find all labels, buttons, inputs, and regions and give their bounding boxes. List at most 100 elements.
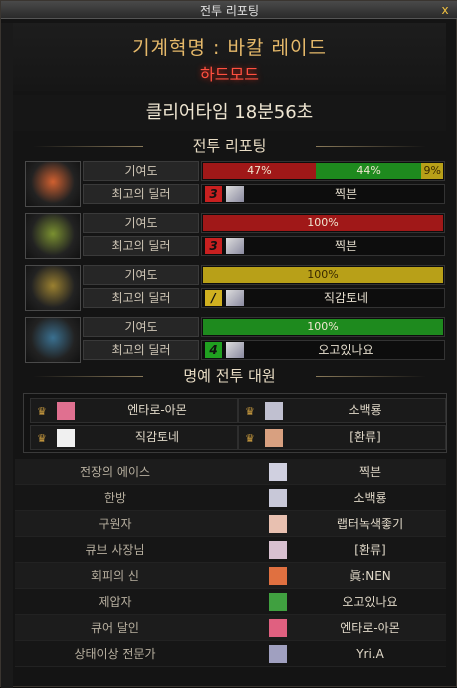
crown-icon: ♛ <box>245 432 255 445</box>
award-row: 전장의 에이스 찍븐 <box>15 459 446 485</box>
award-title: 한방 <box>103 491 127 505</box>
rank-badge: / <box>205 290 222 306</box>
top-dealer-name: 오고있나요 <box>318 343 374 357</box>
contribution-segment: 100% <box>203 215 443 231</box>
top-dealer-label: 최고의 딜러 <box>83 236 199 256</box>
close-icon[interactable]: x <box>438 3 452 17</box>
award-player: 찍븐 <box>358 465 382 479</box>
top-dealer-row: 최고의 딜러 4 오고있나요 <box>83 340 445 360</box>
crown-icon: ♛ <box>37 405 47 418</box>
award-title: 회피의 신 <box>91 569 139 583</box>
avatar <box>226 342 244 358</box>
award-title: 제압자 <box>98 595 132 609</box>
top-dealer-row: 최고의 딜러 3 찍븐 <box>83 184 445 204</box>
award-player: 랩터녹색좋기 <box>336 517 404 531</box>
party-row: 기여도 100% 최고의 딜러 3 찍븐 <box>23 213 447 259</box>
avatar <box>269 645 287 663</box>
award-player: 오고있나요 <box>342 595 398 609</box>
award-list: 전장의 에이스 찍븐한방 소백룡구원자 랩터녹색좋기큐브 사장님 [환류] 회피의 신 眞:… <box>15 459 446 667</box>
avatar <box>226 186 244 202</box>
battle-report-window: 전투 리포팅 x 기계혁명 : 바칼 레이드 하드모드 클리어타임 18분56초… <box>0 0 457 688</box>
award-title: 상태이상 전문가 <box>74 647 156 661</box>
award-player: 엔타로-아몬 <box>340 621 400 635</box>
crown-icon: ♛ <box>245 405 255 418</box>
contribution-row: 기여도 47% 44% 9% <box>83 161 445 181</box>
rank-badge: 3 <box>205 186 222 202</box>
top-dealer-name: 찍븐 <box>334 187 358 201</box>
gold-helmet-icon <box>25 265 81 311</box>
avatar <box>57 402 75 420</box>
honor-member-name: 직감토네 <box>134 430 180 444</box>
avatar <box>265 429 283 447</box>
party-row: 기여도 47% 44% 9% 최고의 딜러 3 찍븐 <box>23 161 447 207</box>
top-dealer-row: 최고의 딜러 / 직감토네 <box>83 288 445 308</box>
honor-member[interactable]: ♛ [환류] <box>238 425 446 450</box>
award-row: 큐브 사장님 [환류] <box>15 537 446 563</box>
avatar <box>269 489 287 507</box>
contribution-segment: 100% <box>203 319 443 335</box>
top-dealer-name: 찍븐 <box>334 239 358 253</box>
contribution-label: 기여도 <box>83 213 199 233</box>
section-title-report: 전투 리포팅 <box>13 135 446 157</box>
crown-icon: ♛ <box>37 432 47 445</box>
award-player: 眞:NEN <box>349 569 391 583</box>
honor-member[interactable]: ♛ 소백룡 <box>238 398 446 423</box>
avatar <box>57 429 75 447</box>
red-helmet-icon <box>25 161 81 207</box>
contribution-segment: 44% <box>315 163 422 179</box>
avatar <box>226 290 244 306</box>
top-dealer-value: / 직감토네 <box>201 288 445 308</box>
award-player: 소백룡 <box>353 491 387 505</box>
avatar <box>269 515 287 533</box>
top-dealer-value: 3 찍븐 <box>201 184 445 204</box>
contribution-label: 기여도 <box>83 317 199 337</box>
honor-member[interactable]: ♛ 엔타로-아몬 <box>30 398 238 423</box>
honor-members: ♛ 엔타로-아몬 ♛ 소백룡 ♛ 직감토네 ♛ [환류] <box>23 393 447 453</box>
left-border <box>1 23 13 688</box>
avatar <box>226 238 244 254</box>
section-title-honor: 명예 전투 대원 <box>13 365 446 387</box>
award-row: 큐어 달인 엔타로-아몬 <box>15 615 446 641</box>
top-dealer-row: 최고의 딜러 3 찍븐 <box>83 236 445 256</box>
award-title: 큐브 사장님 <box>85 543 145 557</box>
contribution-bar: 100% <box>201 265 445 285</box>
avatar <box>269 541 287 559</box>
title-bar[interactable]: 전투 리포팅 x <box>1 1 457 19</box>
award-title: 큐어 달인 <box>91 621 139 635</box>
avatar <box>269 619 287 637</box>
avatar <box>269 593 287 611</box>
party-row: 기여도 100% 최고의 딜러 4 오고있나요 <box>23 317 447 363</box>
rank-badge: 4 <box>205 342 222 358</box>
award-player: [환류] <box>354 543 386 557</box>
contribution-bar: 100% <box>201 317 445 337</box>
contribution-label: 기여도 <box>83 161 199 181</box>
avatar <box>269 463 287 481</box>
avatar <box>265 402 283 420</box>
blue-helmet-icon <box>25 317 81 363</box>
award-title: 전장의 에이스 <box>79 465 151 479</box>
contribution-row: 기여도 100% <box>83 265 445 285</box>
honor-member-name: [환류] <box>349 430 381 444</box>
green-helmet-icon <box>25 213 81 259</box>
award-row: 구원자 랩터녹색좋기 <box>15 511 446 537</box>
honor-member-name: 엔타로-아몬 <box>127 403 187 417</box>
honor-member[interactable]: ♛ 직감토네 <box>30 425 238 450</box>
honor-member-name: 소백룡 <box>348 403 382 417</box>
party-row: 기여도 100% 최고의 딜러 / 직감토네 <box>23 265 447 311</box>
avatar <box>269 567 287 585</box>
contribution-segment: 47% <box>203 163 316 179</box>
contribution-bar: 100% <box>201 213 445 233</box>
contribution-segment: 9% <box>421 163 443 179</box>
top-dealer-label: 최고의 딜러 <box>83 288 199 308</box>
window-title: 전투 리포팅 <box>199 4 259 18</box>
award-row: 한방 소백룡 <box>15 485 446 511</box>
top-dealer-value: 3 찍븐 <box>201 236 445 256</box>
award-row: 제압자 오고있나요 <box>15 589 446 615</box>
dungeon-name: 기계혁명 : 바칼 레이드 <box>132 37 327 59</box>
top-dealer-label: 최고의 딜러 <box>83 184 199 204</box>
clear-time: 클리어타임 18분56초 <box>13 95 446 131</box>
dungeon-header: 기계혁명 : 바칼 레이드 하드모드 <box>13 23 446 91</box>
contribution-segment: 100% <box>203 267 443 283</box>
award-row: 회피의 신 眞:NEN <box>15 563 446 589</box>
award-row: 상태이상 전문가 Yri.A <box>15 641 446 667</box>
